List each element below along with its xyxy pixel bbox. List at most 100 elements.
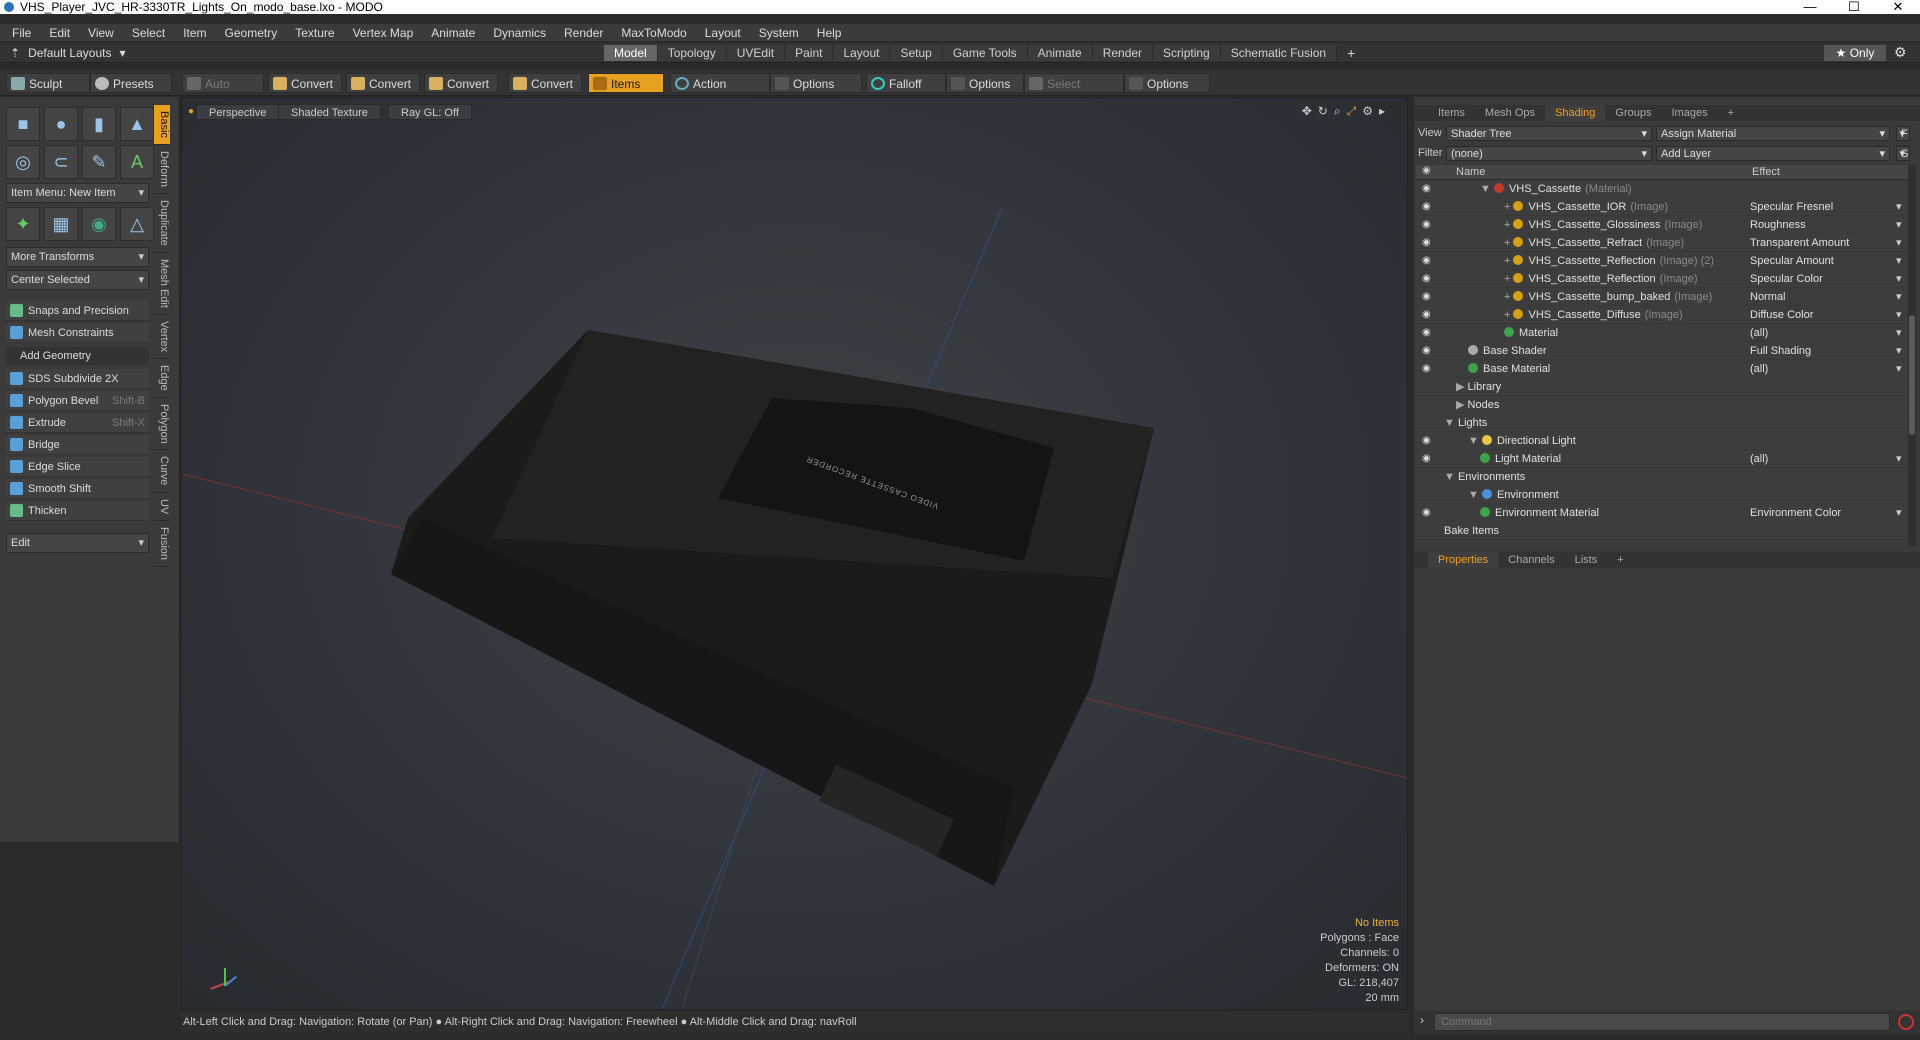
visibility-eye-icon[interactable]: ◉ [1422,216,1432,234]
tab-game-tools[interactable]: Game Tools [942,45,1028,61]
sidetab-deform[interactable]: Deform [154,144,170,194]
menu-help[interactable]: Help [817,26,842,40]
visibility-eye-icon[interactable]: ◉ [1422,432,1432,450]
expand-toggle-icon[interactable]: + [1504,255,1513,267]
expand-toggle-icon[interactable]: ▼ [1468,435,1482,447]
tab-topology[interactable]: Topology [657,45,727,61]
select-through-button[interactable]: Select Through [1024,73,1124,111]
tree-row[interactable]: ◉ + VHS_Cassette_Reflection (Image) (2) Spe… [1416,252,1908,270]
effect-dropdown[interactable]: (all) ▾ [1750,324,1902,342]
menu-geometry[interactable]: Geometry [225,26,278,40]
sidetab-fusion[interactable]: Fusion [154,521,170,568]
auto-select-button[interactable]: Auto Select [182,73,264,111]
expand-toggle-icon[interactable]: + [1504,273,1513,285]
tab-layout[interactable]: Layout [833,45,891,61]
sphere-icon[interactable]: ● [44,107,78,141]
item-menu-dropdown[interactable]: Item Menu: New Item [6,183,149,203]
view-dropdown[interactable]: Shader Tree [1446,125,1652,141]
expand-toggle-icon[interactable]: + [1504,201,1513,213]
cylinder-icon[interactable]: ▮ [82,107,116,141]
tab-uvedit[interactable]: UVEdit [726,45,786,61]
col-effect[interactable]: Effect [1752,166,1780,178]
effect-dropdown[interactable]: Specular Amount ▾ [1750,252,1902,270]
tree-row[interactable]: ◉ + VHS_Cassette_Diffuse (Image) Diffuse Co… [1416,306,1908,324]
tree-row[interactable]: ◉ + VHS_Cassette_Glossiness (Image) Roughne… [1416,216,1908,234]
tree-row[interactable]: ◉ + VHS_Cassette_bump_baked (Image) Normal ▾ [1416,288,1908,306]
tab-shading[interactable]: Shading [1545,105,1606,121]
tool-thicken[interactable]: Thicken [6,501,149,521]
tree-row[interactable]: ◉ Base Shader Full Shading ▾ [1416,342,1908,360]
sidetab-uv[interactable]: UV [154,492,170,522]
sculpt-button[interactable]: Sculpt [6,73,90,93]
assign-material-dropdown[interactable]: Assign Material [1656,125,1890,141]
expand-toggle-icon[interactable]: ▶ [1456,399,1468,411]
tree-row[interactable]: ▼ Environments [1416,468,1908,486]
menu-view[interactable]: View [88,26,114,40]
options-button-1[interactable]: Options [770,73,862,93]
default-layouts-dropdown[interactable]: ⇡ Default Layouts ▾ [10,46,125,60]
tab-schematic-fusion[interactable]: Schematic Fusion [1220,45,1338,61]
close-button[interactable]: ✕ [1876,0,1920,14]
tree-row[interactable]: ▼ Environment [1416,486,1908,504]
effect-dropdown[interactable]: Roughness ▾ [1750,216,1902,234]
menu-maxtomodo[interactable]: MaxToModo [621,26,686,40]
tab-groups[interactable]: Groups [1605,105,1661,121]
effect-dropdown[interactable]: Specular Fresnel ▾ [1750,198,1902,216]
command-input[interactable] [1434,1013,1890,1031]
capsule-icon[interactable]: ⊂ [44,145,78,179]
tab-lists[interactable]: Lists [1565,552,1608,568]
tree-row[interactable]: ◉ Material (all) ▾ [1416,324,1908,342]
f-button[interactable]: F [1896,125,1910,141]
effect-dropdown[interactable]: Specular Color ▾ [1750,270,1902,288]
transform-icon[interactable]: ✦ [6,207,40,241]
menu-select[interactable]: Select [132,26,165,40]
tree-row[interactable]: ◉ Light Material (all) ▾ [1416,450,1908,468]
effect-dropdown[interactable]: (all) ▾ [1750,360,1902,378]
globe-icon[interactable]: ◉ [82,207,116,241]
visibility-eye-icon[interactable]: ◉ [1422,270,1432,288]
expand-toggle-icon[interactable]: + [1504,309,1513,321]
effect-dropdown[interactable]: Environment Color ▾ [1750,504,1902,522]
filter-dropdown[interactable]: (none) [1446,145,1652,161]
tool-smooth-shift[interactable]: Smooth Shift [6,479,149,499]
tab-animate[interactable]: Animate [1027,45,1093,61]
convert-button-1[interactable]: Convert [268,73,342,93]
menu-dynamics[interactable]: Dynamics [493,26,546,40]
only-toggle[interactable]: ★ Only [1824,45,1886,61]
convert-button-3[interactable]: Convert [424,73,498,93]
sidetab-duplicate[interactable]: Duplicate [154,193,170,253]
effect-dropdown[interactable]: Normal ▾ [1750,288,1902,306]
effect-dropdown[interactable]: Diffuse Color ▾ [1750,306,1902,324]
sidetab-basic[interactable]: Basic [154,105,170,145]
center-selected-dropdown[interactable]: Center Selected [6,270,149,290]
menu-animate[interactable]: Animate [431,26,475,40]
sidetab-polygon[interactable]: Polygon [154,397,170,451]
visibility-eye-icon[interactable]: ◉ [1422,306,1432,324]
expand-toggle-icon[interactable]: + [1504,237,1513,249]
tab-scripting[interactable]: Scripting [1153,45,1221,61]
pyramid-icon[interactable]: △ [120,207,154,241]
tool-bridge[interactable]: Bridge [6,435,149,455]
edit-dropdown[interactable]: Edit [6,533,149,553]
add-tab-button[interactable]: + [1718,105,1744,121]
mesh-constraints-button[interactable]: Mesh Constraints [6,323,149,343]
expand-toggle-icon[interactable]: ▼ [1444,471,1458,483]
tree-row[interactable]: ◉ + VHS_Cassette_Refract (Image) Transparen… [1416,234,1908,252]
tool-sds-subdivide[interactable]: SDS Subdivide 2X [6,369,149,389]
more-transforms-dropdown[interactable]: More Transforms [6,247,149,267]
s-button[interactable]: S [1896,145,1910,161]
record-icon[interactable] [1898,1014,1914,1030]
tree-row[interactable]: Bake Items [1416,522,1908,540]
tab-paint[interactable]: Paint [785,45,834,61]
visibility-eye-icon[interactable]: ◉ [1422,288,1432,306]
3d-viewport[interactable]: ● Perspective Shaded Texture Ray GL: Off… [181,97,1408,1010]
expand-toggle-icon[interactable]: ▼ [1468,489,1482,501]
tree-row[interactable]: ◉ + VHS_Cassette_IOR (Image) Specular Fresn… [1416,198,1908,216]
visibility-eye-icon[interactable]: ◉ [1422,360,1432,378]
torus-icon[interactable]: ◎ [6,145,40,179]
menu-item[interactable]: Item [183,26,206,40]
expand-toggle-icon[interactable]: ▶ [1456,381,1468,393]
tab-model[interactable]: Model [604,45,658,61]
visibility-eye-icon[interactable]: ◉ [1422,504,1432,522]
menu-edit[interactable]: Edit [49,26,70,40]
